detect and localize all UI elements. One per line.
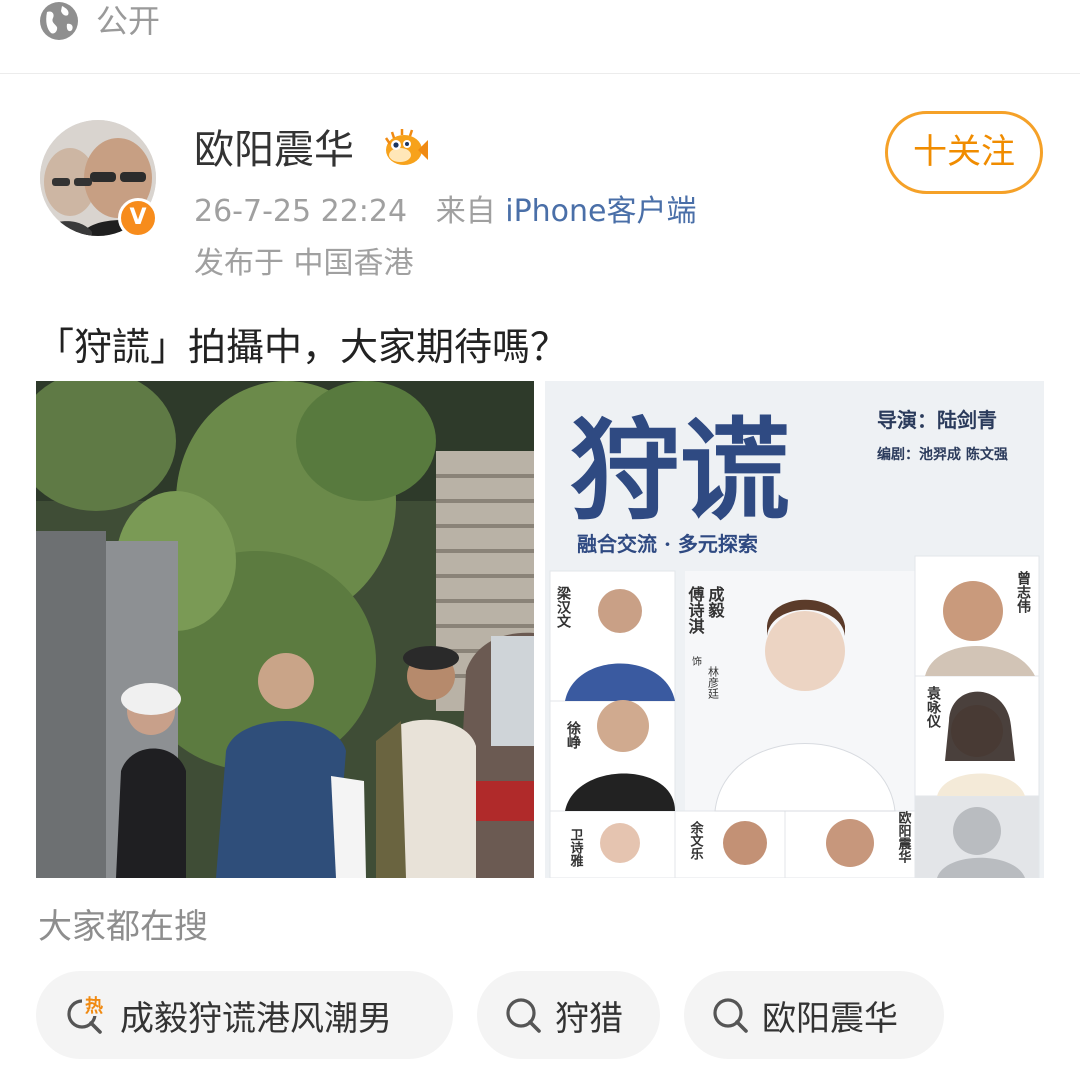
svg-text:热: 热 [85, 995, 103, 1017]
search-chip[interactable]: 狩猎 [477, 971, 660, 1059]
movie-poster: 狩谎 融合交流 · 多元探索 导演：陆剑青 编剧：池羿成 陈文强 梁汉文 傅诗淇… [545, 381, 1044, 878]
pufferfish-icon [384, 129, 428, 165]
search-icon [506, 998, 541, 1033]
source-prefix: 来自 [435, 194, 496, 229]
search-chip-label: 欧阳震华 [762, 998, 898, 1039]
search-chip-label: 狩猎 [555, 998, 623, 1039]
poster-title: 狩谎 [570, 406, 790, 535]
post-image-poster[interactable]: 狩谎 融合交流 · 多元探索 导演：陆剑青 编剧：池羿成 陈文强 梁汉文 傅诗淇… [545, 381, 1044, 878]
cast-name: 卫诗雅 [568, 828, 584, 868]
author-name[interactable]: 欧阳震华 [194, 126, 354, 174]
cast-name: 林彦廷 [707, 665, 720, 700]
post-location: 发布于 中国香港 [194, 246, 414, 281]
cast-name: 欧阳震华 [896, 810, 913, 864]
poster-director: 导演：陆剑青 [877, 408, 997, 432]
search-chip[interactable]: 欧阳震华 [684, 971, 944, 1059]
cast-name: 傅诗淇 [686, 585, 706, 635]
verified-badge: V [118, 198, 158, 238]
search-chip-label: 成毅狩谎港风潮男 [120, 998, 392, 1039]
cast-name: 曾志伟 [1015, 570, 1031, 614]
source-link[interactable]: iPhone客户端 [505, 194, 696, 229]
visibility-label: 公开 [96, 2, 161, 40]
post-image-street-photo[interactable] [36, 381, 534, 878]
cast-name: 梁汉文 [555, 585, 572, 629]
post-meta: 26-7-25 22:24 来自 iPhone客户端 [194, 192, 697, 232]
poster-writers: 编剧：池羿成 陈文强 [877, 446, 1008, 463]
cast-name: 余文乐 [688, 820, 705, 861]
poster-tagline: 融合交流 · 多元探索 [577, 532, 758, 556]
search-icon [713, 998, 748, 1033]
visibility-bar: 公开 [0, 0, 1080, 74]
hot-search-icon: 热 [67, 994, 106, 1034]
search-chip-hot[interactable]: 热 成毅狩谎港风潮男 [36, 971, 453, 1059]
street-photo [36, 381, 534, 878]
post-text: 「狩謊」拍攝中，大家期待嗎？ [36, 325, 569, 369]
cast-name: 成毅 [706, 585, 726, 619]
post-timestamp: 26-7-25 22:24 [194, 194, 408, 229]
cast-name: 徐峥 [565, 720, 582, 750]
trending-search-heading: 大家都在搜 [38, 907, 208, 947]
role-note: 饰 [690, 655, 702, 667]
cast-name: 袁咏仪 [925, 685, 942, 729]
globe-icon [40, 2, 78, 40]
follow-button[interactable]: 十关注 [885, 111, 1043, 194]
